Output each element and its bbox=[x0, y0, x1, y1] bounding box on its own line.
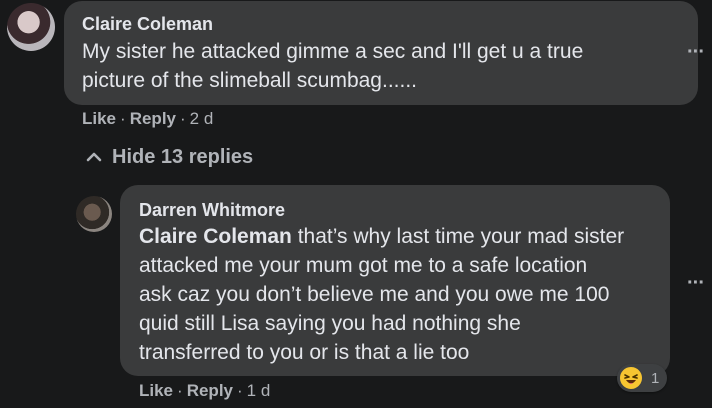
avatar[interactable] bbox=[76, 196, 112, 232]
reply-actions: Like · Reply · 1 d bbox=[139, 381, 271, 400]
hide-replies-button[interactable]: Hide 13 replies bbox=[86, 144, 253, 170]
comment-author[interactable]: Claire Coleman bbox=[82, 12, 682, 36]
laughing-emoji-icon bbox=[619, 366, 643, 390]
comment-bubble: Claire Coleman My sister he attacked gim… bbox=[64, 1, 698, 105]
reply-button[interactable]: Reply bbox=[187, 381, 233, 400]
like-button[interactable]: Like bbox=[82, 109, 116, 128]
reaction-badge[interactable]: 1 bbox=[617, 364, 667, 392]
more-options-icon[interactable]: ··· bbox=[687, 273, 705, 293]
more-options-icon[interactable]: ··· bbox=[687, 42, 705, 62]
reply-button[interactable]: Reply bbox=[130, 109, 176, 128]
reply-bubble: Darren Whitmore Claire Coleman that’s wh… bbox=[120, 185, 670, 376]
comment-actions: Like · Reply · 2 d bbox=[82, 109, 214, 128]
comment-text: My sister he attacked gimme a sec and I'… bbox=[82, 40, 584, 92]
reaction-count: 1 bbox=[651, 369, 660, 387]
avatar[interactable] bbox=[7, 3, 55, 51]
comment-age[interactable]: 2 d bbox=[190, 109, 214, 128]
chevron-up-icon bbox=[86, 144, 104, 170]
reply-text: Claire Coleman that’s why last time your… bbox=[139, 225, 625, 364]
reply-author[interactable]: Darren Whitmore bbox=[139, 198, 654, 222]
reply-age[interactable]: 1 d bbox=[247, 381, 271, 400]
like-button[interactable]: Like bbox=[139, 381, 173, 400]
mention-link[interactable]: Claire Coleman bbox=[139, 225, 292, 248]
